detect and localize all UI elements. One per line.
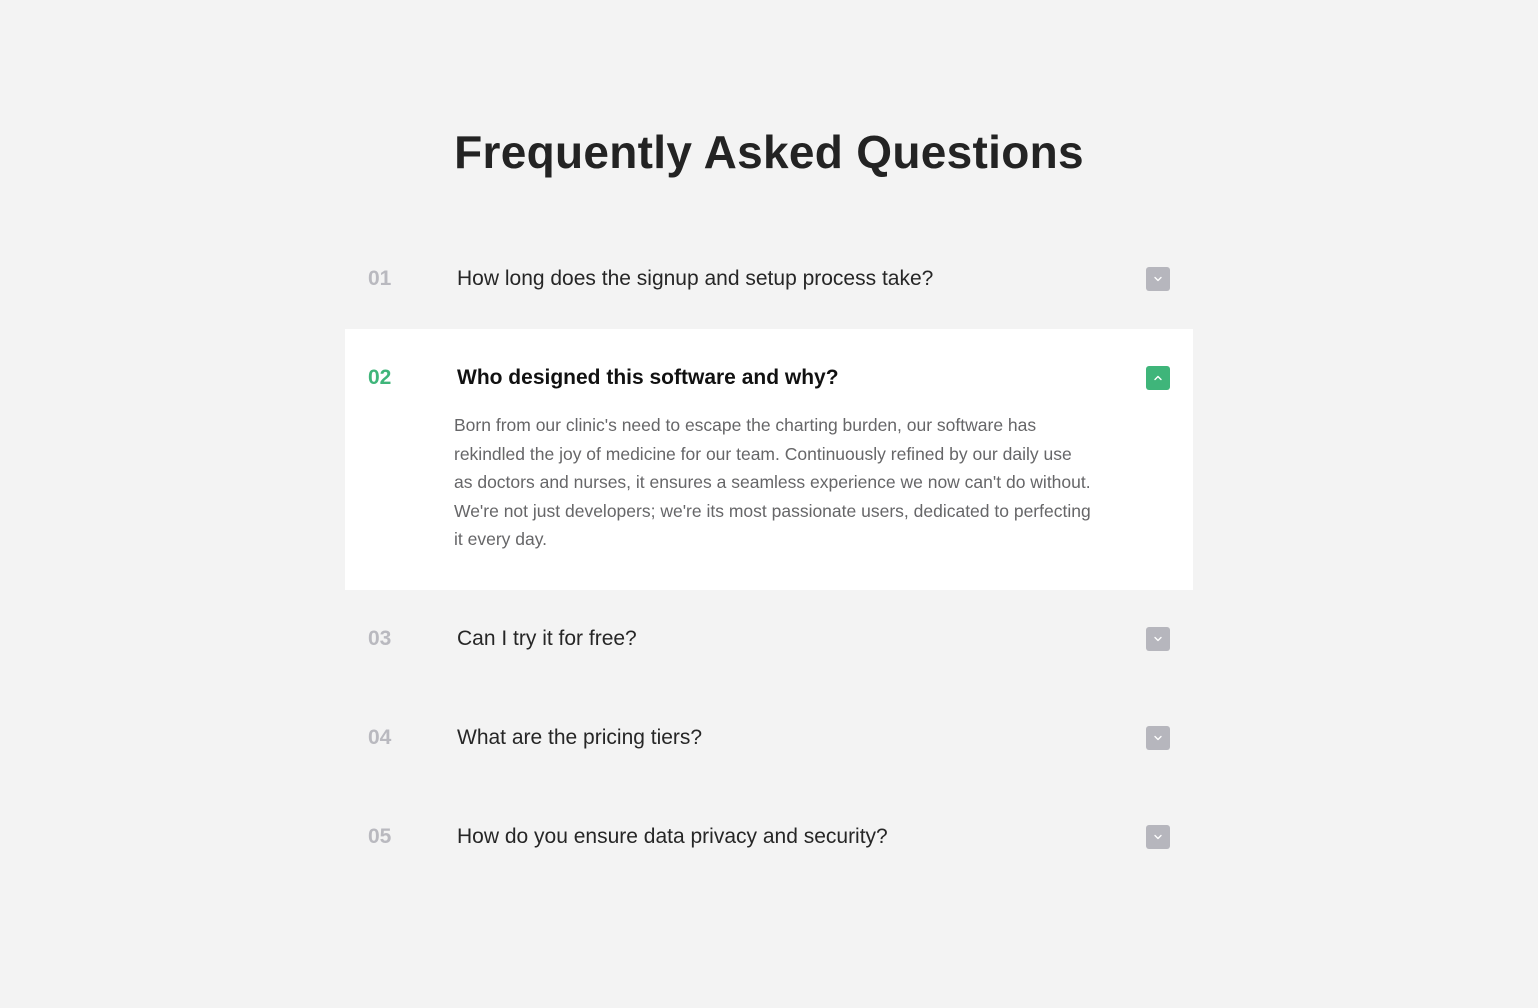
expand-toggle-button[interactable] [1146, 825, 1170, 849]
chevron-down-icon [1154, 276, 1162, 282]
faq-number: 01 [368, 267, 392, 290]
faq-item-05[interactable]: 05 How do you ensure data privacy and se… [345, 788, 1193, 887]
faq-item-02[interactable]: 02 Who designed this software and why? B… [345, 329, 1193, 590]
faq-question[interactable]: How do you ensure data privacy and secur… [457, 823, 888, 851]
faq-question[interactable]: Can I try it for free? [457, 625, 637, 653]
faq-number: 05 [368, 825, 392, 848]
faq-number: 04 [368, 726, 392, 749]
faq-number: 03 [368, 627, 392, 650]
faq-number: 02 [368, 366, 392, 389]
expand-toggle-button[interactable] [1146, 627, 1170, 651]
faq-answer: Born from our clinic's need to escape th… [454, 415, 1091, 550]
faq-list: 01 How long does the signup and setup pr… [345, 230, 1193, 887]
chevron-down-icon [1154, 636, 1162, 642]
faq-question[interactable]: Who designed this software and why? [457, 364, 839, 392]
chevron-down-icon [1154, 735, 1162, 741]
faq-question[interactable]: What are the pricing tiers? [457, 724, 702, 752]
faq-item-01[interactable]: 01 How long does the signup and setup pr… [345, 230, 1193, 329]
faq-question[interactable]: How long does the signup and setup proce… [457, 265, 933, 293]
expand-toggle-button[interactable] [1146, 267, 1170, 291]
chevron-up-icon [1154, 375, 1162, 381]
faq-item-03[interactable]: 03 Can I try it for free? [345, 590, 1193, 689]
chevron-down-icon [1154, 834, 1162, 840]
expand-toggle-button[interactable] [1146, 726, 1170, 750]
page-title: Frequently Asked Questions [454, 126, 1084, 178]
faq-item-04[interactable]: 04 What are the pricing tiers? [345, 689, 1193, 788]
collapse-toggle-button[interactable] [1146, 366, 1170, 390]
